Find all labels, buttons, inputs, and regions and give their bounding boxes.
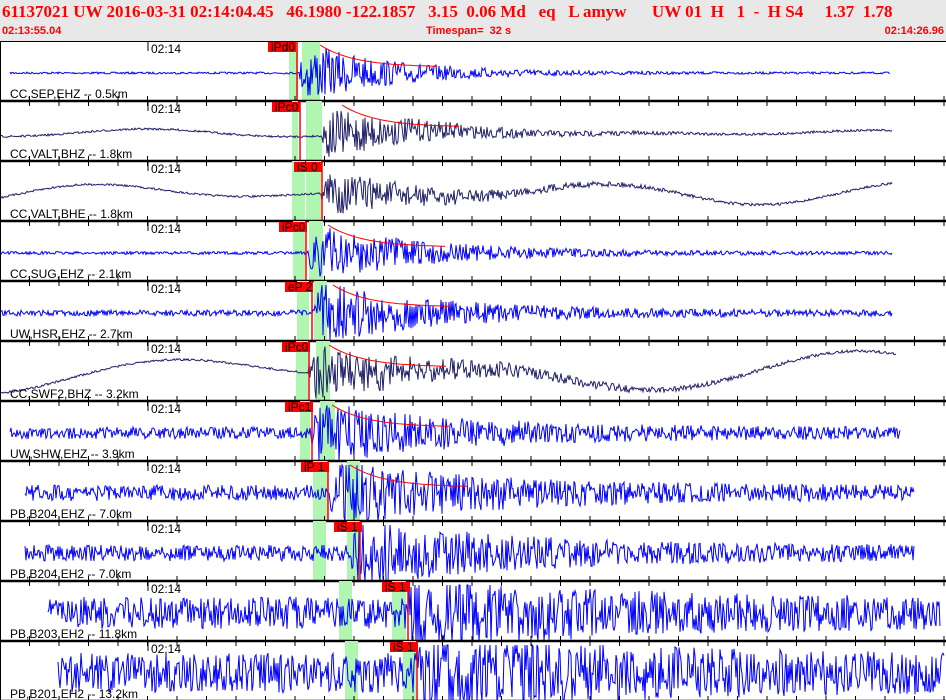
station-label: CC,VALT,BHE -- 1.8km	[10, 207, 133, 221]
time-label: 02:14	[151, 222, 181, 236]
pick-label: iS 0	[297, 160, 318, 174]
trace-row[interactable]: iPd0 02:14 CC,SEP,EHZ -- 0.5km	[0, 41, 946, 106]
time-label: 02:14	[151, 522, 181, 536]
station-label: PB,B204,EH2 -- 7.0km	[10, 567, 131, 581]
station-label: CC,VALT,BHZ -- 1.8km	[10, 147, 132, 161]
waveform	[0, 110, 893, 157]
time-label: 02:14	[151, 462, 181, 476]
trace-row[interactable]: iPc1 02:14 UW,SHW,EHZ -- 3.9km	[0, 400, 946, 466]
time-label: 02:14	[151, 282, 181, 296]
event-summary: 61137021 UW 2016-03-31 02:14:04.45 46.19…	[2, 2, 893, 21]
seismogram-panel[interactable]: iPd0 02:14 CC,SEP,EHZ -- 0.5km iPc0 02:14 CC,…	[0, 41, 946, 700]
time-label: 02:14	[151, 642, 181, 656]
pick-window	[306, 101, 322, 161]
time-label: 02:14	[151, 582, 181, 596]
waveform	[0, 284, 893, 341]
time-label: 02:14	[151, 102, 181, 116]
station-label: CC,SEP,EHZ -- 0.5km	[10, 87, 128, 101]
pick-label: iPc0	[275, 100, 299, 114]
time-label: 02:14	[151, 42, 181, 56]
trace-row[interactable]: iS 0 02:14 CC,VALT,BHE -- 1.8km	[0, 160, 946, 226]
trace-row[interactable]: iP 1 02:14 PB,B204,EHZ -- 7.0km	[0, 460, 946, 526]
time-label: 02:14	[151, 342, 181, 356]
coda-envelope	[341, 104, 459, 127]
pick-label: eP 2	[288, 280, 313, 294]
station-label: PB,B204,EHZ -- 7.0km	[10, 507, 132, 521]
trace-row[interactable]: iPc0 02:14 CC,SUG,EHZ -- 2.1km	[0, 220, 946, 286]
pick-label: iPc0	[282, 220, 306, 234]
time-label: 02:14	[151, 402, 181, 416]
event-header: 61137021 UW 2016-03-31 02:14:04.45 46.19…	[0, 0, 946, 41]
waveform	[0, 174, 893, 214]
station-label: CC,SUG,EHZ -- 2.1km	[10, 267, 131, 281]
waveform	[47, 584, 941, 643]
start-time: 02:13:55.04	[2, 25, 62, 37]
waveform	[0, 228, 893, 277]
pick-label: iP 1	[304, 460, 325, 474]
waveform	[9, 405, 901, 462]
pick-label: iS 1	[337, 520, 358, 534]
end-time: 02:14:26.96	[884, 25, 944, 37]
trace-row[interactable]: iS 102:14PB,B201,EH2 -- 13.2km	[0, 640, 946, 700]
waveform	[57, 643, 945, 700]
pick-label: iS 1	[385, 580, 406, 594]
pick-label: iPc1	[288, 400, 312, 414]
station-label: UW,HSR,EHZ -- 2.7km	[10, 327, 133, 341]
trace-row[interactable]: iS 102:14PB,B203,EH2 -- 11.8km	[0, 580, 946, 646]
trace-row[interactable]: eP 2 02:14 UW,HSR,EHZ -- 2.7km	[0, 280, 946, 346]
time-label: 02:14	[151, 162, 181, 176]
station-label: UW,SHW,EHZ -- 3.9km	[10, 447, 135, 461]
waveform	[9, 48, 891, 96]
pick-label: iPd0	[271, 41, 295, 54]
trace-row[interactable]: iPc0 02:14 CC,VALT,BHZ -- 1.8km	[0, 100, 946, 166]
pick-label: iS 1	[393, 640, 414, 654]
timespan: Timespan= 32 s	[426, 25, 512, 37]
pick-label: iPc0	[285, 340, 309, 354]
trace-row[interactable]: iS 1 02:14 PB,B204,EH2 -- 7.0km	[0, 520, 946, 586]
trace-row[interactable]: iPc002:14CC,SWF2,BHZ -- 3.2km	[0, 340, 946, 406]
